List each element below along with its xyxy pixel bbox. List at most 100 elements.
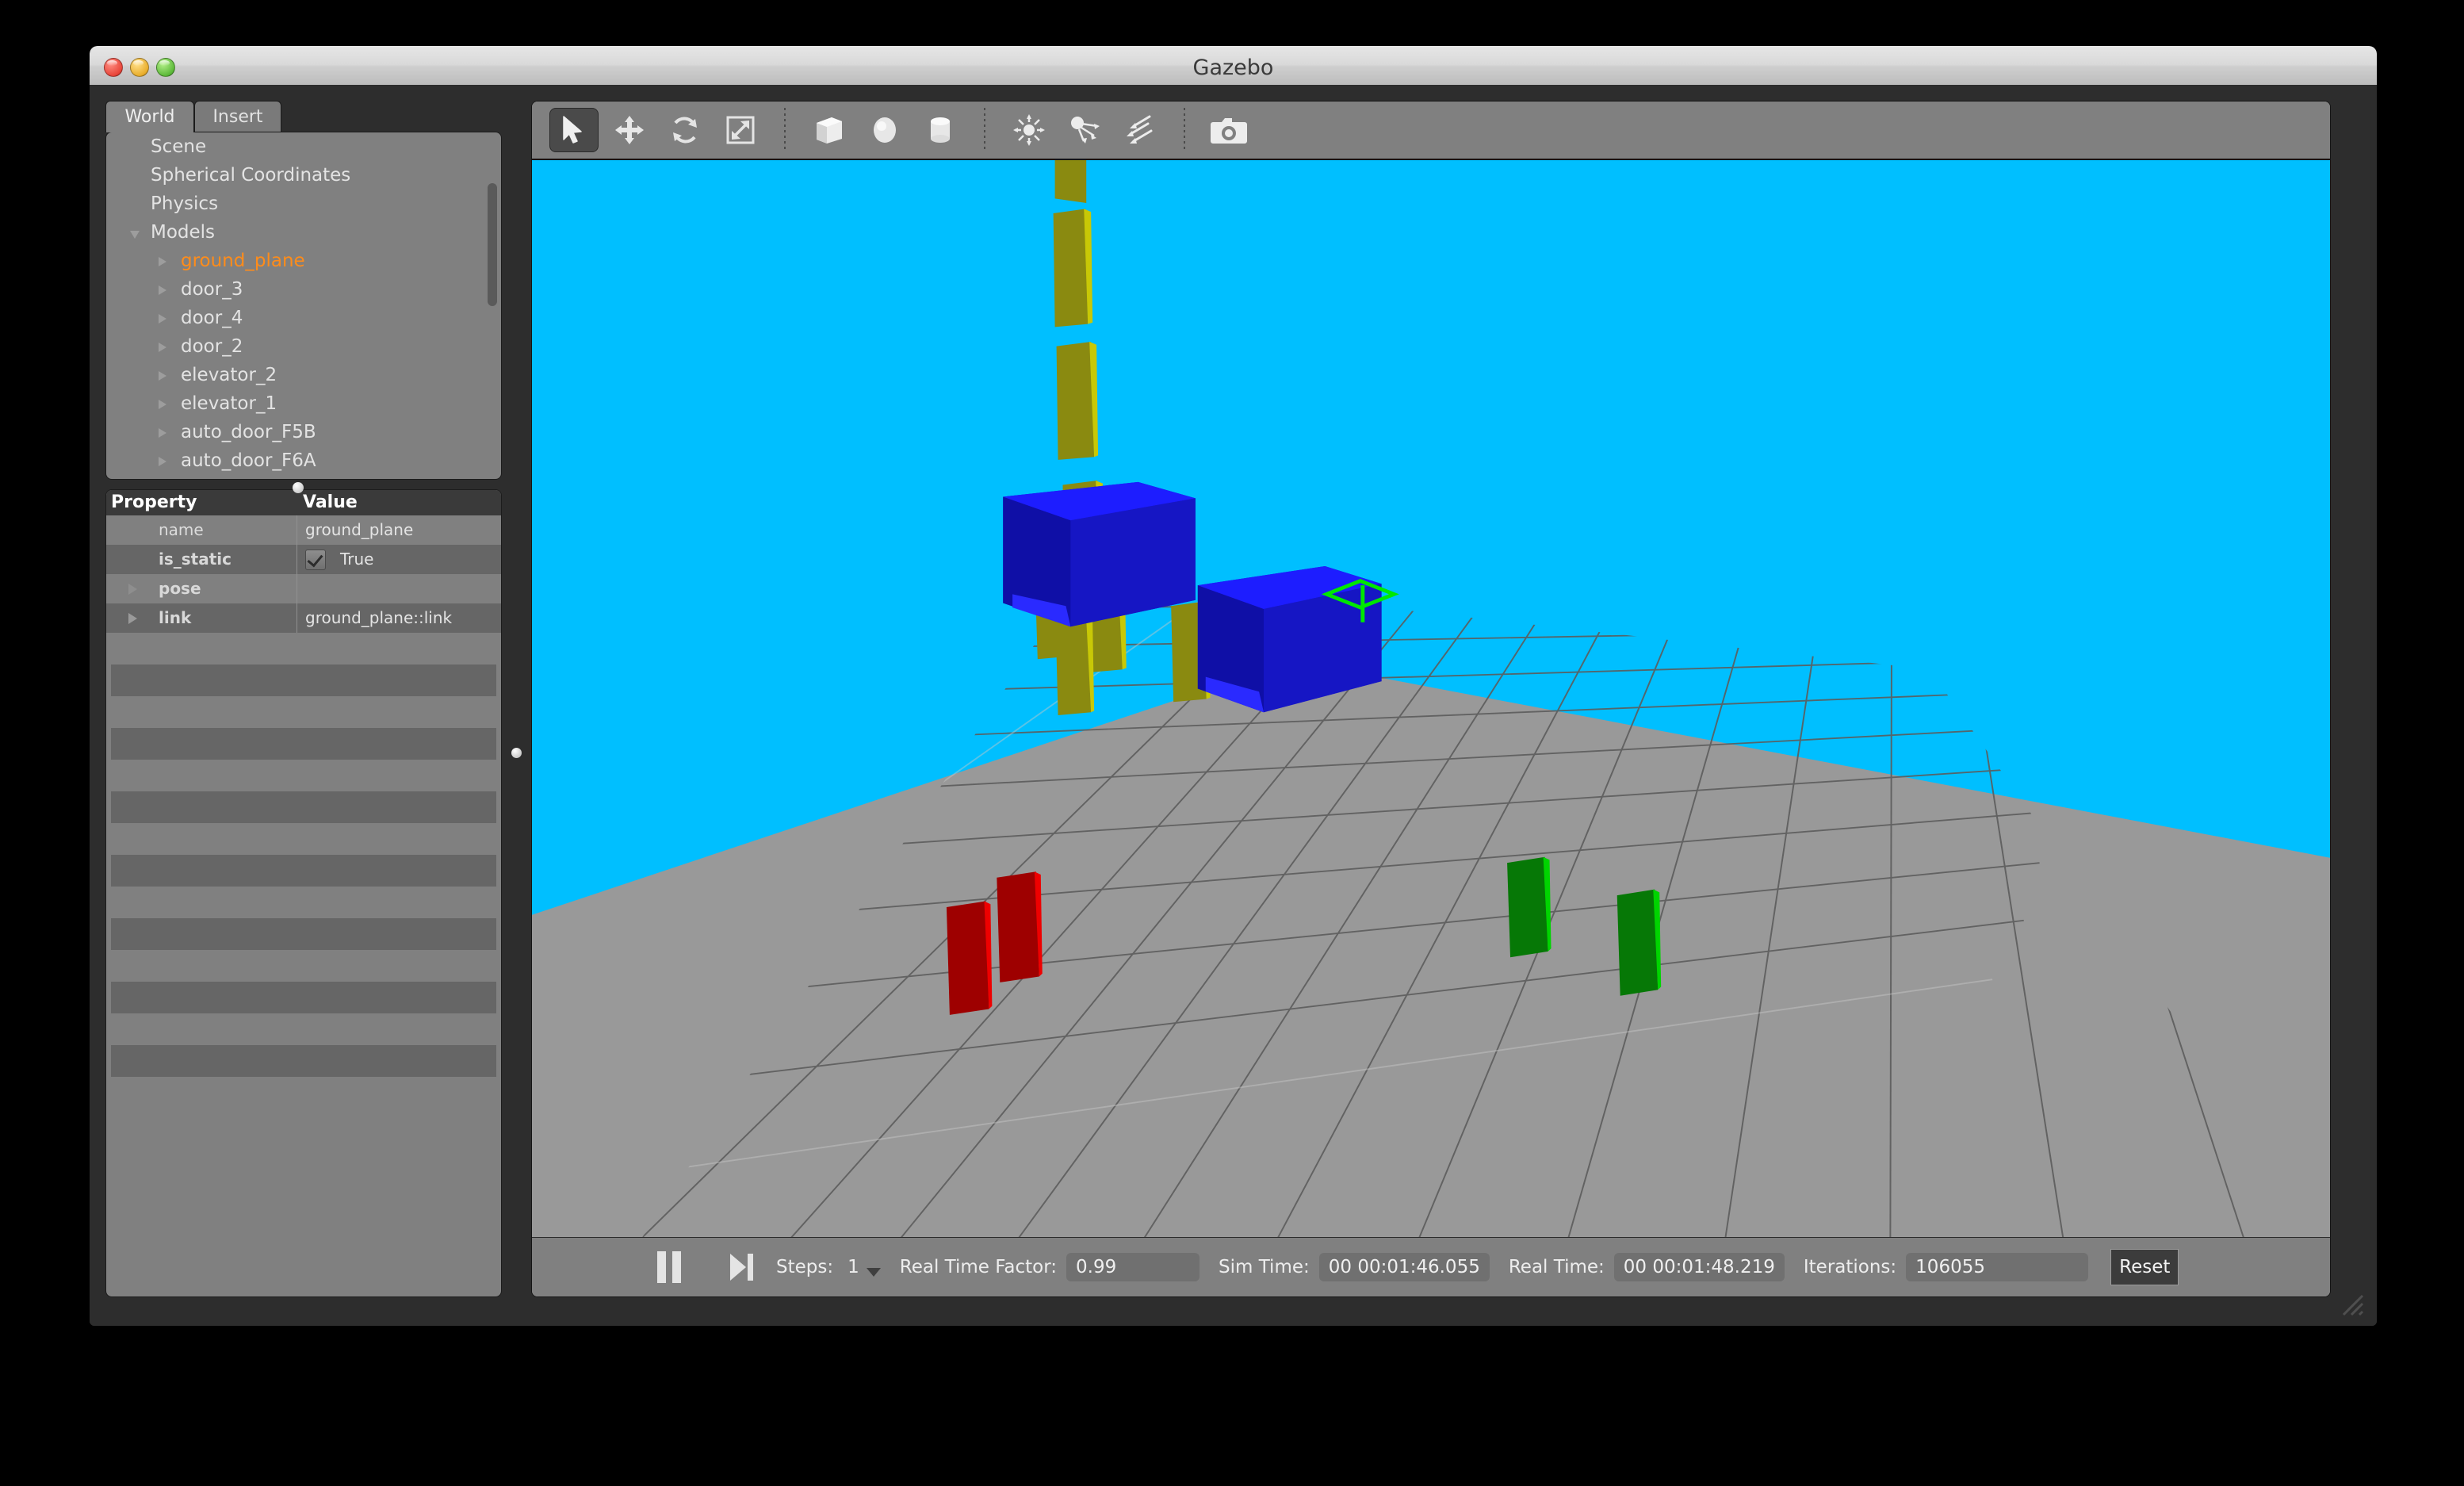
tree-item-scene[interactable]: Scene bbox=[106, 132, 501, 161]
step-button[interactable] bbox=[730, 1251, 757, 1283]
chevron-right-icon[interactable] bbox=[128, 613, 137, 624]
translate-mode-button[interactable] bbox=[605, 108, 654, 152]
insert-box-button[interactable] bbox=[805, 108, 854, 152]
tree-item-label: auto_door_F1B bbox=[181, 479, 316, 480]
property-row-empty bbox=[106, 1013, 501, 1045]
steps-dropdown-caret-icon[interactable] bbox=[866, 1267, 881, 1277]
left-splitter-handle[interactable] bbox=[511, 748, 522, 758]
panel-tabbar: World Insert bbox=[105, 101, 502, 132]
window-title: Gazebo bbox=[1192, 56, 1274, 80]
insert-point-light-button[interactable] bbox=[1004, 108, 1054, 152]
resize-grip-icon[interactable] bbox=[2336, 1288, 2367, 1319]
rotate-icon bbox=[673, 117, 697, 144]
panel-splitter-handle[interactable] bbox=[293, 482, 304, 493]
property-row[interactable]: is_static True bbox=[106, 545, 501, 574]
column-header-value: Value bbox=[303, 492, 358, 512]
3d-viewport[interactable] bbox=[532, 160, 2330, 1238]
property-row-empty bbox=[111, 664, 496, 696]
select-mode-button[interactable] bbox=[549, 108, 599, 152]
tree-item-spherical-coordinates[interactable]: Spherical Coordinates bbox=[106, 161, 501, 190]
tree-item-auto-door-f5b[interactable]: auto_door_F5B bbox=[106, 418, 501, 446]
screenshot-button[interactable] bbox=[1204, 108, 1253, 152]
insert-spot-light-button[interactable] bbox=[1060, 108, 1109, 152]
property-row-empty bbox=[111, 1045, 496, 1077]
chevron-right-icon[interactable] bbox=[159, 428, 166, 438]
property-value-cell[interactable]: ground_plane bbox=[297, 515, 501, 545]
world-tree[interactable]: Scene Spherical Coordinates Physics Models g… bbox=[105, 132, 502, 480]
door-panel-olive bbox=[1034, 160, 1211, 715]
property-table: Property Value name ground_plane is_static… bbox=[105, 489, 502, 1297]
tree-item-label: elevator_1 bbox=[181, 393, 277, 414]
chevron-right-icon[interactable] bbox=[159, 285, 166, 295]
tab-insert[interactable]: Insert bbox=[194, 101, 281, 132]
pause-button[interactable] bbox=[657, 1251, 689, 1283]
chevron-down-icon[interactable] bbox=[130, 231, 140, 239]
spot-light-icon bbox=[1071, 117, 1100, 144]
select-arrow-icon bbox=[563, 116, 582, 144]
directional-light-icon bbox=[1127, 115, 1153, 144]
window-titlebar: Gazebo bbox=[90, 46, 2377, 86]
property-value-cell[interactable]: ground_plane::link bbox=[297, 603, 501, 633]
insert-sphere-button[interactable] bbox=[860, 108, 909, 152]
tree-item-door-3[interactable]: door_3 bbox=[106, 275, 501, 304]
tree-item-elevator-1[interactable]: elevator_1 bbox=[106, 389, 501, 418]
chevron-right-icon[interactable] bbox=[159, 400, 166, 409]
tree-item-ground-plane[interactable]: ground_plane bbox=[106, 247, 501, 275]
property-name-label: is_static bbox=[159, 550, 231, 569]
reset-button[interactable]: Reset bbox=[2110, 1249, 2179, 1285]
rotate-mode-button[interactable] bbox=[660, 108, 710, 152]
property-value-cell[interactable]: True bbox=[297, 545, 501, 574]
tree-item-auto-door-f1b[interactable]: auto_door_F1B bbox=[106, 475, 501, 480]
steps-value[interactable]: 1 bbox=[847, 1257, 859, 1277]
tree-item-door-4[interactable]: door_4 bbox=[106, 304, 501, 332]
render-panel: Steps: 1 Real Time Factor: 0.99 Sim Time… bbox=[531, 101, 2331, 1297]
property-row[interactable]: name ground_plane bbox=[106, 515, 501, 545]
property-value-cell[interactable] bbox=[297, 574, 501, 603]
property-row-empty bbox=[111, 791, 496, 823]
scale-mode-button[interactable] bbox=[716, 108, 765, 152]
render-toolbar bbox=[532, 101, 2330, 160]
insert-cylinder-button[interactable] bbox=[916, 108, 965, 152]
chevron-right-icon[interactable] bbox=[159, 257, 166, 266]
chevron-right-icon[interactable] bbox=[159, 314, 166, 324]
property-row[interactable]: link ground_plane::link bbox=[106, 603, 501, 633]
toolbar-separator bbox=[984, 108, 985, 152]
chevron-right-icon[interactable] bbox=[159, 343, 166, 352]
chevron-right-icon[interactable] bbox=[128, 584, 137, 595]
property-row[interactable]: pose bbox=[106, 574, 501, 603]
property-row-empty bbox=[111, 982, 496, 1013]
real-time-factor-label: Real Time Factor: bbox=[899, 1257, 1057, 1277]
scene-objects bbox=[946, 160, 1662, 1015]
tree-item-door-2[interactable]: door_2 bbox=[106, 332, 501, 361]
tree-item-auto-door-f6a[interactable]: auto_door_F6A bbox=[106, 446, 501, 475]
camera-icon bbox=[1211, 118, 1247, 144]
tree-item-physics[interactable]: Physics bbox=[106, 190, 501, 218]
iterations-label: Iterations: bbox=[1803, 1257, 1897, 1277]
cylinder-icon bbox=[931, 117, 950, 143]
sphere-icon bbox=[874, 117, 896, 143]
tree-item-label: Scene bbox=[151, 136, 207, 157]
property-name-cell: name bbox=[106, 515, 297, 545]
checkbox-checked-icon[interactable] bbox=[305, 549, 326, 570]
property-row-empty bbox=[111, 918, 496, 950]
sim-time-label: Sim Time: bbox=[1219, 1257, 1310, 1277]
insert-directional-light-button[interactable] bbox=[1115, 108, 1165, 152]
world-tree-scroll-thumb[interactable] bbox=[488, 183, 497, 306]
chevron-right-icon[interactable] bbox=[159, 457, 166, 466]
steps-label: Steps: bbox=[776, 1257, 834, 1277]
iterations-field: 106055 bbox=[1906, 1253, 2089, 1281]
column-header-property: Property bbox=[111, 492, 197, 512]
chevron-right-icon[interactable] bbox=[159, 371, 166, 381]
tree-item-label: door_3 bbox=[181, 279, 243, 300]
property-row-empty bbox=[106, 696, 501, 728]
property-name-cell: link bbox=[106, 603, 297, 633]
world-tree-scrollbar[interactable] bbox=[488, 137, 497, 474]
tree-item-elevator-2[interactable]: elevator_2 bbox=[106, 361, 501, 389]
property-row-empty bbox=[106, 633, 501, 664]
door-panel-green bbox=[1507, 856, 1662, 996]
tree-item-models[interactable]: Models bbox=[106, 218, 501, 247]
tree-item-label: door_4 bbox=[181, 308, 243, 328]
tab-world[interactable]: World bbox=[105, 101, 194, 132]
toolbar-separator bbox=[784, 108, 786, 152]
translate-icon bbox=[615, 116, 644, 144]
